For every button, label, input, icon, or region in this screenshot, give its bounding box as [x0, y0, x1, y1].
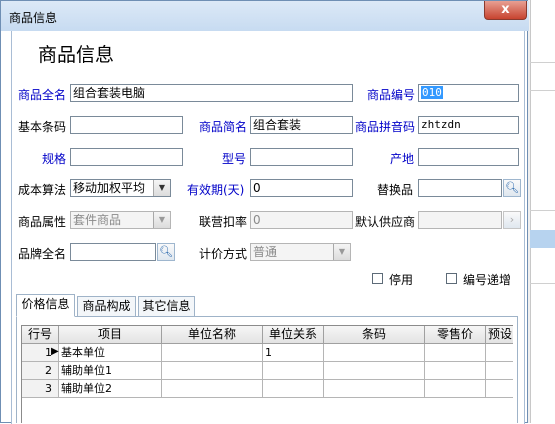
chevron-down-icon: ▼: [153, 212, 170, 228]
background-list-panel: [530, 0, 555, 423]
model-input[interactable]: [250, 148, 353, 166]
table-cell-retail-price[interactable]: [425, 362, 486, 380]
disable-checkbox[interactable]: [372, 273, 383, 284]
origin-input[interactable]: [418, 148, 519, 166]
substitute-label: 替换品: [377, 183, 414, 197]
origin-label: 产地: [390, 152, 415, 166]
table-cell-item[interactable]: 辅助单位1: [59, 362, 162, 380]
tab-price-info[interactable]: 价格信息: [16, 294, 75, 317]
table-cell-barcode[interactable]: [324, 344, 425, 362]
pinyin-input[interactable]: zhtzdn: [418, 116, 519, 134]
table-cell-barcode[interactable]: [324, 380, 425, 398]
magnifier-icon[interactable]: 🔍︎: [503, 179, 521, 197]
table-cell-preset[interactable]: [486, 380, 513, 398]
full-name-input[interactable]: 组合套装电脑: [70, 84, 353, 102]
chevron-down-icon[interactable]: ▼: [153, 180, 170, 196]
table-cell-item[interactable]: 基本单位: [59, 344, 162, 362]
joint-discount-label: 联营扣率: [199, 215, 248, 229]
pricing-method-select: 普通 ▼: [250, 243, 351, 261]
spec-label: 规格: [42, 152, 67, 166]
table-cell-preset[interactable]: [486, 362, 513, 380]
window-title: 商品信息: [9, 11, 58, 25]
cost-method-label: 成本算法: [18, 183, 67, 197]
table-cell-unit-name[interactable]: [162, 380, 263, 398]
model-label: 型号: [222, 152, 247, 166]
pricing-method-label: 计价方式: [199, 247, 248, 261]
grid-header-row-no[interactable]: 行号: [22, 326, 59, 344]
grid-header-barcode[interactable]: 条码: [324, 326, 425, 344]
table-cell-preset[interactable]: [486, 344, 513, 362]
short-name-input[interactable]: 组合套装: [250, 116, 353, 134]
table-cell-unit-relation[interactable]: [263, 362, 324, 380]
barcode-label: 基本条码: [18, 120, 67, 134]
background-divider: [530, 90, 555, 91]
disable-label: 停用: [389, 273, 414, 287]
attribute-select: 套件商品 ▼: [70, 211, 171, 229]
chevron-down-icon: ▼: [333, 244, 350, 260]
grid-header-unit-relation[interactable]: 单位关系: [263, 326, 324, 344]
table-cell-retail-price[interactable]: [425, 380, 486, 398]
current-row-marker-icon: ▶: [51, 346, 59, 357]
table-row-number[interactable]: 2: [22, 362, 59, 380]
grid-header-preset[interactable]: 预设: [486, 326, 513, 344]
auto-increment-label: 编号递增: [463, 273, 512, 287]
table-row-number[interactable]: 3: [22, 380, 59, 398]
pricing-method-value: 普通: [253, 245, 278, 259]
cost-method-value: 移动加权平均: [73, 181, 146, 195]
brand-input[interactable]: [70, 243, 156, 261]
background-selected-row: [530, 230, 555, 248]
code-input[interactable]: 010: [418, 84, 519, 102]
grid-header-retail-price[interactable]: 零售价: [425, 326, 486, 344]
default-supplier-input: [418, 211, 502, 229]
attribute-value: 套件商品: [73, 213, 122, 227]
table-cell-unit-name[interactable]: [162, 362, 263, 380]
grid-header-unit-name[interactable]: 单位名称: [162, 326, 263, 344]
close-button[interactable]: x: [484, 1, 527, 20]
expiry-label: 有效期(天): [187, 183, 245, 197]
expiry-input[interactable]: 0: [250, 179, 353, 197]
table-cell-unit-name[interactable]: [162, 344, 263, 362]
barcode-input[interactable]: [70, 116, 183, 134]
close-icon: x: [501, 2, 510, 17]
brand-label: 品牌全名: [18, 247, 67, 261]
joint-discount-input: 0: [250, 211, 353, 229]
background-divider: [530, 210, 555, 211]
table-cell-item[interactable]: 辅助单位2: [59, 380, 162, 398]
chevron-right-icon: ›: [503, 211, 521, 229]
background-divider: [530, 62, 555, 63]
auto-increment-checkbox[interactable]: [446, 273, 457, 284]
pinyin-label: 商品拼音码: [355, 120, 416, 134]
substitute-input[interactable]: [418, 179, 502, 197]
short-name-label: 商品简名: [199, 120, 248, 134]
code-label: 商品编号: [367, 88, 416, 102]
code-selected-text: 010: [421, 86, 443, 99]
cost-method-select[interactable]: 移动加权平均 ▼: [70, 179, 171, 197]
tab-composition[interactable]: 商品构成: [77, 296, 136, 316]
table-cell-retail-price[interactable]: [425, 344, 486, 362]
title-bar[interactable]: 商品信息 x: [1, 1, 529, 31]
background-divider: [530, 283, 555, 284]
default-supplier-label: 默认供应商: [355, 215, 416, 229]
table-cell-unit-relation[interactable]: 1: [263, 344, 324, 362]
table-cell-unit-relation[interactable]: [263, 380, 324, 398]
spec-input[interactable]: [70, 148, 183, 166]
grid-header-item[interactable]: 项目: [59, 326, 162, 344]
full-name-label: 商品全名: [18, 88, 67, 102]
table-cell-barcode[interactable]: [324, 362, 425, 380]
tab-other-info[interactable]: 其它信息: [138, 296, 195, 316]
magnifier-icon[interactable]: 🔍︎: [157, 243, 175, 261]
units-grid: 行号 项目 单位名称 单位关系 条码 零售价 预设 1 ▶ 基本单位 1 2 辅…: [21, 325, 513, 423]
attribute-label: 商品属性: [18, 215, 67, 229]
page-title: 商品信息: [38, 44, 115, 66]
